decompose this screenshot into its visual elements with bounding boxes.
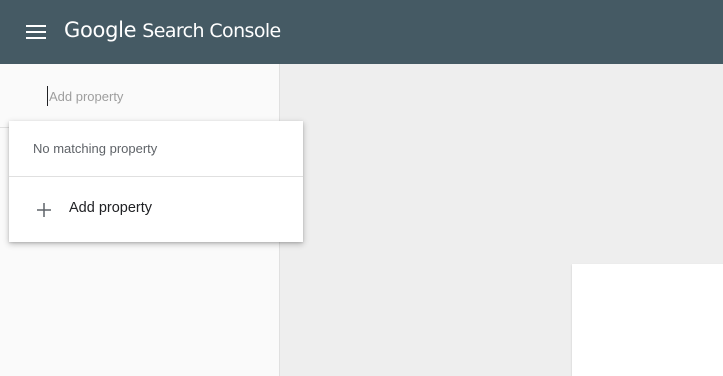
- property-dropdown: No matching property Add property: [9, 121, 303, 242]
- content-card: [572, 264, 723, 376]
- product-logo[interactable]: Google Search Console: [64, 18, 281, 46]
- plus-icon: [36, 202, 52, 218]
- property-picker[interactable]: [0, 64, 279, 128]
- brand-product-text: Search Console: [142, 20, 281, 42]
- add-property-label: Add property: [69, 200, 153, 216]
- property-search-input[interactable]: [47, 86, 247, 106]
- app-bar: Google Search Console: [0, 0, 723, 64]
- add-property-menu-item[interactable]: Add property: [9, 178, 303, 242]
- hamburger-menu-icon: [26, 25, 46, 39]
- main-menu-button[interactable]: [14, 20, 58, 44]
- no-matching-property-message: No matching property: [9, 121, 303, 177]
- brand-google-text: Google: [64, 18, 137, 42]
